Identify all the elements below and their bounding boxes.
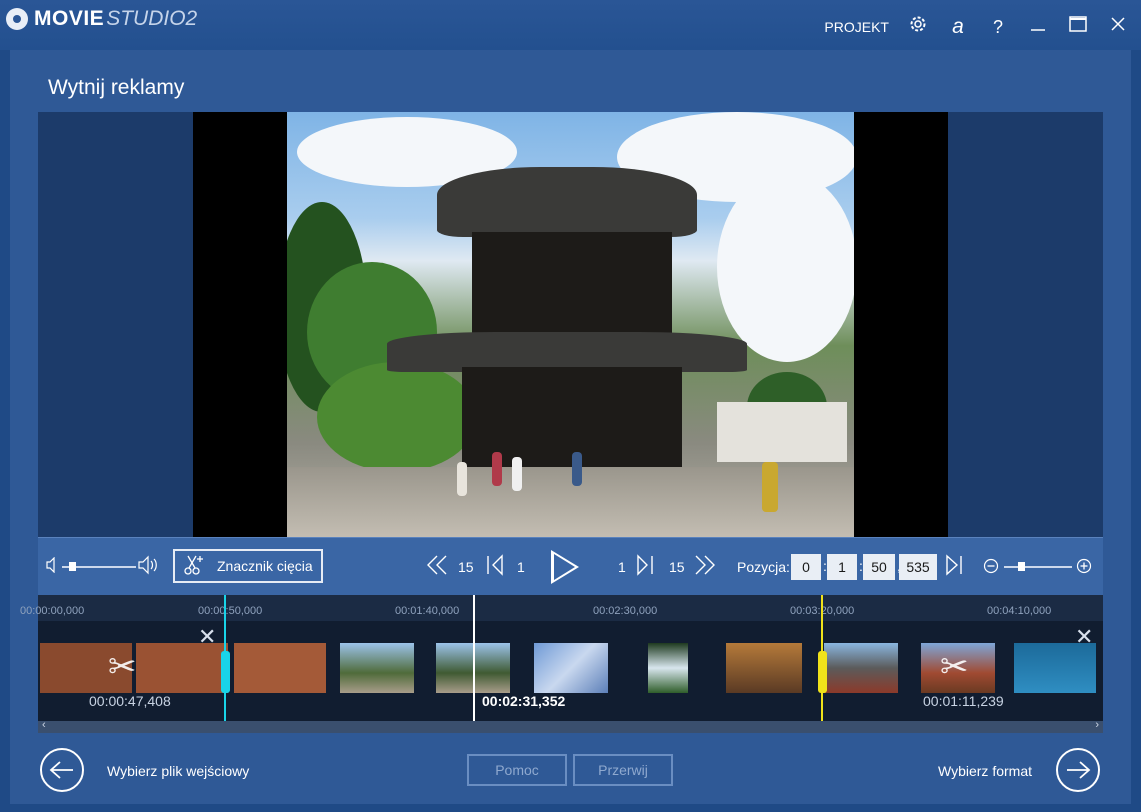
position-minutes-field[interactable]: [827, 554, 857, 580]
rewind-15-label: 15: [458, 559, 474, 575]
step-forward-icon[interactable]: [634, 554, 656, 582]
timeline-track[interactable]: ✂ ✂ ✕ ✕ 00:00:47,408 00:02:31,352 00:01:…: [38, 621, 1103, 721]
timeline-scrollbar[interactable]: ‹ ›: [38, 719, 1103, 733]
gear-icon[interactable]: [907, 14, 929, 39]
maximize-icon[interactable]: [1067, 15, 1089, 38]
volume-low-icon: [46, 556, 58, 576]
remove-cut-left-icon[interactable]: ✕: [198, 626, 216, 648]
play-button[interactable]: [551, 550, 579, 584]
remove-cut-right-icon[interactable]: ✕: [1075, 626, 1093, 648]
timeline[interactable]: 00:00:00,000 00:00:50,000 00:01:40,000 0…: [20, 595, 1103, 733]
title-bar-actions: PROJEKT a ?: [824, 14, 1129, 39]
position-seconds-field[interactable]: [863, 554, 895, 580]
next-button[interactable]: [1056, 748, 1100, 792]
position-hours-field[interactable]: [791, 554, 821, 580]
ruler-label: 00:04:10,000: [987, 605, 1052, 617]
arrow-right-icon: [1067, 761, 1091, 779]
help-icon[interactable]: ?: [987, 16, 1009, 38]
player-controls: Znacznik cięcia 15 1 1 15 Pozycja: : : ,: [38, 537, 1103, 595]
thumbnail-temple-1: [340, 643, 414, 693]
video-preview: [38, 112, 1103, 537]
step-forward-label: 1: [618, 559, 626, 575]
scissors-add-icon: [183, 554, 205, 579]
cut-end-handle[interactable]: [818, 651, 827, 693]
logo-main-text: MOVIE: [34, 7, 105, 30]
forward-15-icon[interactable]: [693, 554, 717, 582]
back-button-label[interactable]: Wybierz plik wejściowy: [107, 763, 249, 779]
thumbnail-dolphins: [1014, 643, 1096, 693]
scissors-icon: ✂: [940, 648, 969, 686]
zoom-in-icon[interactable]: [1076, 558, 1092, 579]
step-back-icon[interactable]: [484, 554, 506, 582]
next-button-label[interactable]: Wybierz format: [938, 763, 1032, 779]
volume-high-icon: [138, 555, 160, 578]
step-back-label: 1: [517, 559, 525, 575]
thumbnail-market: [726, 643, 802, 693]
ruler-label: 00:00:50,000: [198, 605, 263, 617]
cut-marker-label: Znacznik cięcia: [217, 558, 313, 574]
thumbnail-waterfall: [648, 643, 688, 693]
thumbnail-mosaic: [534, 643, 608, 693]
logo-sub-text: STUDIO2: [106, 7, 198, 30]
cut-start-handle[interactable]: [221, 651, 230, 693]
volume-slider-knob[interactable]: [69, 562, 77, 571]
scissors-icon: ✂: [108, 648, 137, 686]
forward-15-label: 15: [669, 559, 685, 575]
main-panel: Wytnij reklamy Znacznik cięcia 15 1 1 15…: [10, 50, 1131, 804]
right-segment-duration: 00:01:11,239: [923, 693, 1004, 709]
zoom-slider[interactable]: [1004, 566, 1072, 568]
position-label: Pozycja:: [737, 559, 790, 575]
projekt-menu[interactable]: PROJEKT: [824, 19, 889, 35]
help-button[interactable]: Pomoc: [467, 754, 567, 786]
cancel-button[interactable]: Przerwij: [573, 754, 673, 786]
minimize-icon[interactable]: [1027, 15, 1049, 38]
language-icon[interactable]: a: [947, 15, 969, 38]
left-segment-duration: 00:00:47,408: [89, 693, 171, 709]
scroll-right-icon[interactable]: ›: [1095, 719, 1099, 731]
rewind-15-icon[interactable]: [425, 554, 449, 582]
video-frame-image: [287, 112, 854, 537]
back-button[interactable]: [40, 748, 84, 792]
arrow-left-icon: [49, 761, 73, 779]
ruler-label: 00:01:40,000: [395, 605, 460, 617]
thumbnail-ad-3: [234, 643, 326, 693]
zoom-slider-knob[interactable]: [1017, 562, 1025, 571]
playhead[interactable]: [473, 595, 475, 721]
thumbnail-ad-2: [136, 643, 228, 693]
close-icon[interactable]: [1107, 15, 1129, 38]
center-segment-duration: 00:02:31,352: [482, 693, 566, 709]
film-reel-icon: [6, 8, 28, 30]
title-bar: MOVIE STUDIO2 PROJEKT a ?: [0, 0, 1141, 50]
ruler-label: 00:00:00,000: [20, 605, 85, 617]
scroll-left-icon[interactable]: ‹: [42, 719, 46, 731]
position-millis-field[interactable]: [899, 554, 937, 580]
thumbnail-statue: [824, 643, 898, 693]
go-to-end-icon[interactable]: [944, 554, 966, 582]
zoom-out-icon[interactable]: [983, 558, 999, 579]
app-logo: MOVIE STUDIO2: [6, 7, 197, 31]
timeline-ruler[interactable]: 00:00:00,000 00:00:50,000 00:01:40,000 0…: [20, 595, 1103, 621]
page-title: Wytnij reklamy: [48, 76, 185, 99]
cut-marker-button[interactable]: Znacznik cięcia: [173, 549, 323, 583]
ruler-label: 00:02:30,000: [593, 605, 658, 617]
